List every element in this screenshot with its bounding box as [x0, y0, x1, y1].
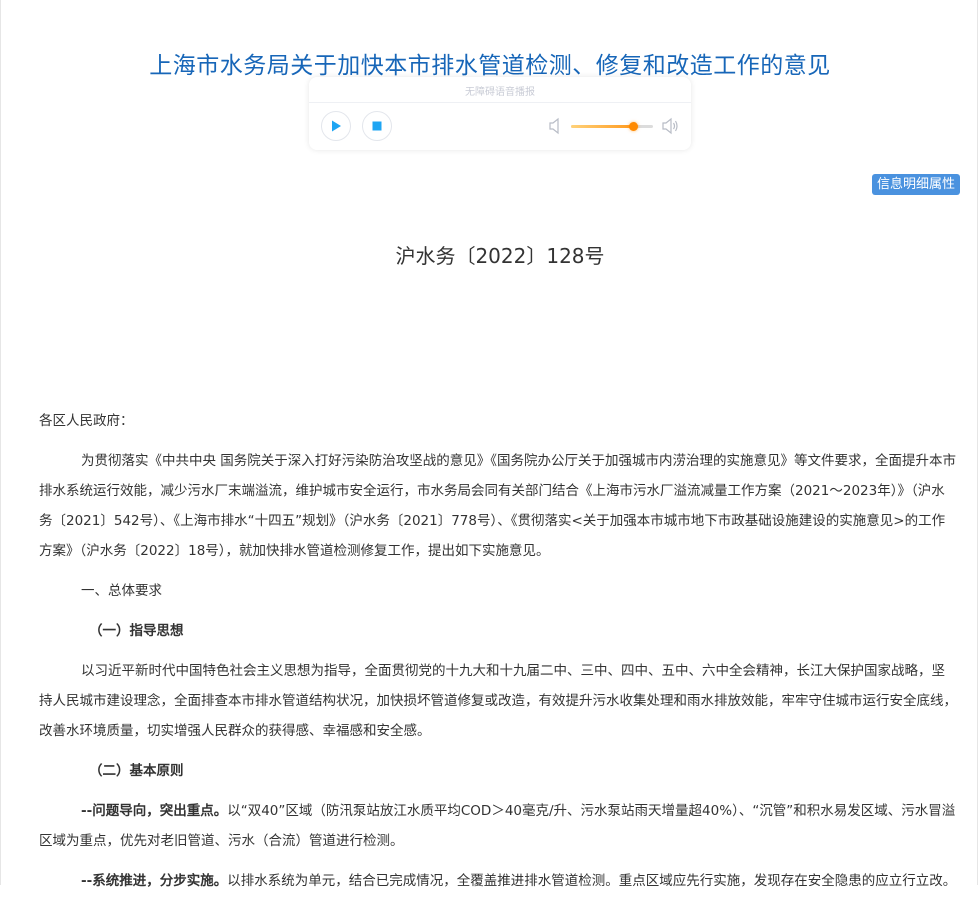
player-divider: [309, 102, 691, 103]
volume-knob[interactable]: [628, 122, 638, 131]
play-icon: [332, 120, 341, 132]
principle-text: 以排水系统为单元，结合已完成情况，全覆盖推进排水管道检测。重点区域应先行实施，发…: [227, 873, 957, 889]
principle-paragraph: --系统推进，分步实施。以排水系统为单元，结合已完成情况，全覆盖推进排水管道检测…: [39, 866, 957, 896]
intro-paragraph: 为贯彻落实《中共中央 国务院关于深入打好污染防治攻坚战的意见》《国务院办公厅关于…: [39, 453, 957, 559]
section-heading: 一、总体要求: [81, 583, 162, 599]
document-number: 沪水务〔2022〕128号: [395, 244, 605, 268]
volume-down-button[interactable]: [549, 117, 563, 139]
stop-button[interactable]: [362, 111, 392, 141]
principle-paragraph: --问题导向，突出重点。以“双40”区域（防汛泵站放江水质平均COD＞40毫克/…: [39, 796, 957, 856]
player-label: 无障碍语音播报: [465, 87, 535, 98]
stop-icon: [372, 121, 382, 131]
volume-up-button[interactable]: [662, 117, 680, 139]
volume-low-icon: [549, 117, 559, 135]
document-title: 上海市水务局关于加快本市排水管道检测、修复和改造工作的意见: [149, 53, 831, 79]
subsection-heading: （二）基本原则: [89, 763, 184, 779]
salutation: 各区人民政府：: [39, 413, 134, 429]
principle-lead: --系统推进，分步实施。: [81, 873, 228, 889]
info-details-button[interactable]: 信息明细属性: [871, 174, 960, 195]
document-body: 各区人民政府： 为贯彻落实《中共中央 国务院关于深入打好污染防治攻坚战的意见》《…: [39, 406, 957, 906]
subsection-heading: （一）指导思想: [89, 623, 184, 639]
play-button[interactable]: [321, 111, 351, 141]
volume-high-icon: [662, 117, 678, 135]
guiding-paragraph: 以习近平新时代中国特色社会主义思想为指导，全面贯彻党的十九大和十九届二中、三中、…: [39, 663, 957, 739]
volume-fill: [571, 125, 633, 128]
volume-slider[interactable]: [571, 122, 653, 131]
principle-lead: --问题导向，突出重点。: [81, 803, 228, 819]
audio-player: 无障碍语音播报: [309, 77, 691, 150]
